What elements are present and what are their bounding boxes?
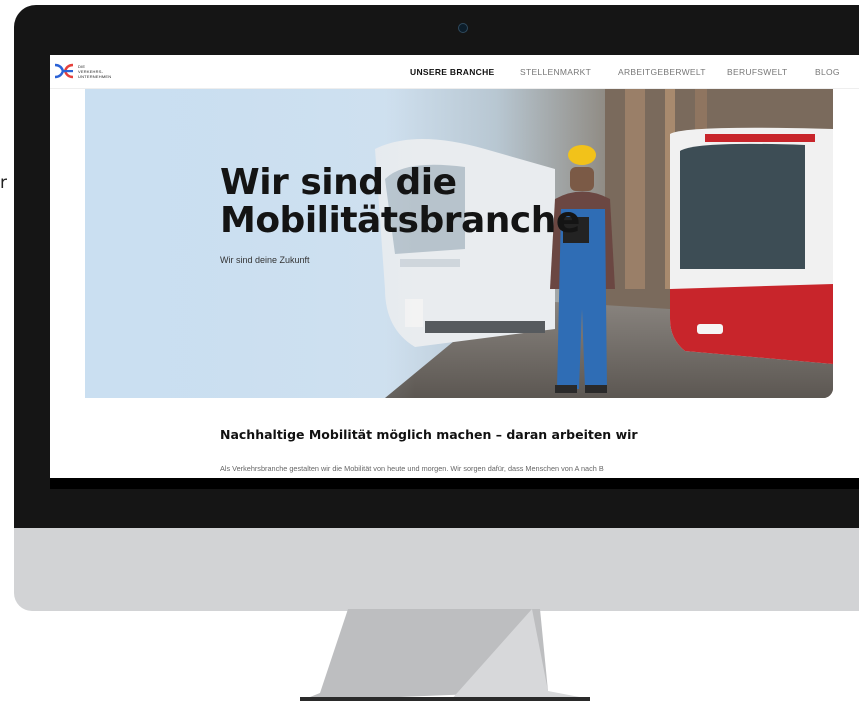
hero-banner: Wir sind die Mobilitätsbranche Wir sind … bbox=[85, 89, 833, 398]
nav-berufswelt[interactable]: BERUFSWELT bbox=[727, 67, 787, 77]
hero-title: Wir sind die Mobilitätsbranche bbox=[220, 164, 580, 240]
text-fragment: r bbox=[0, 173, 7, 193]
hero-title-line2: Mobilitätsbranche bbox=[220, 200, 580, 241]
nav-arbeitgeberwelt[interactable]: ARBEITGEBERWELT bbox=[618, 67, 706, 77]
hero-photo bbox=[85, 89, 833, 398]
site-logo[interactable]: DIE VERKEHRS- UNTERNEHMEN bbox=[54, 60, 114, 84]
logo-icon bbox=[54, 63, 74, 79]
screen-bottom-edge bbox=[50, 478, 859, 489]
section-paragraph: Als Verkehrsbranche gestalten wir die Mo… bbox=[220, 464, 604, 473]
monitor-chin bbox=[14, 528, 859, 611]
hero-subtitle: Wir sind deine Zukunft bbox=[220, 255, 310, 265]
hero-title-line1: Wir sind die bbox=[220, 162, 457, 203]
nav-blog[interactable]: BLOG bbox=[815, 67, 840, 77]
camera-icon bbox=[458, 23, 468, 33]
browser-screen: DIE VERKEHRS- UNTERNEHMEN UNSERE BRANCHE… bbox=[50, 55, 859, 489]
monitor-stand bbox=[300, 609, 590, 701]
logo-text: DIE VERKEHRS- UNTERNEHMEN bbox=[78, 64, 112, 79]
nav-stellenmarkt[interactable]: STELLENMARKT bbox=[520, 67, 591, 77]
top-navigation: DIE VERKEHRS- UNTERNEHMEN UNSERE BRANCHE… bbox=[50, 55, 859, 89]
section-heading: Nachhaltige Mobilität möglich machen – d… bbox=[220, 427, 638, 442]
nav-unsere-branche[interactable]: UNSERE BRANCHE bbox=[410, 67, 495, 77]
